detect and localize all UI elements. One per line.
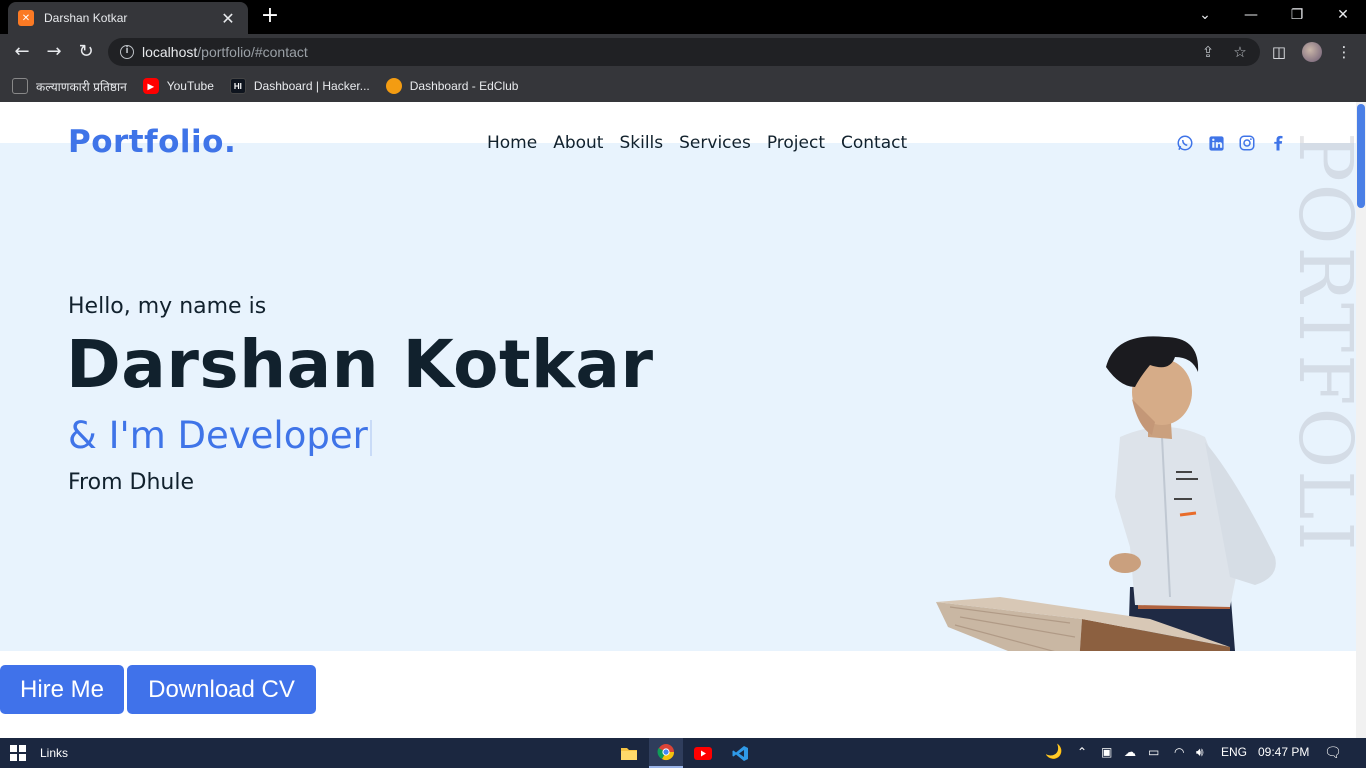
windows-start-icon[interactable] (10, 745, 26, 761)
youtube-app-icon[interactable] (686, 738, 720, 768)
nav-home[interactable]: Home (487, 133, 537, 153)
bookmark-item[interactable]: कल्याणकारी प्रतिष्ठान (12, 78, 127, 95)
hero-person-image (936, 336, 1276, 651)
page-icon (12, 78, 28, 94)
hero-location: From Dhule (68, 470, 194, 495)
night-light-icon[interactable]: 🌙 (1045, 743, 1062, 760)
chevron-up-icon[interactable]: ⌃ (1077, 745, 1087, 759)
volume-icon[interactable]: 🔊︎ (1196, 745, 1204, 760)
reload-button[interactable]: ↻ (74, 40, 98, 64)
bookmark-label: YouTube (166, 79, 214, 93)
bookmark-label: कल्याणकारी प्रतिष्ठान (36, 79, 127, 94)
onedrive-cloud-icon[interactable]: ☁ (1124, 745, 1136, 759)
nav-project[interactable]: Project (767, 133, 825, 153)
linkedin-icon[interactable] (1206, 133, 1226, 153)
hero-role-text: & I'm Developer (68, 414, 368, 457)
page-scrollbar[interactable] (1356, 102, 1366, 738)
forward-button[interactable]: → (42, 40, 66, 64)
tab-search-icon[interactable]: ⌄ (1182, 0, 1228, 30)
nav-services[interactable]: Services (679, 133, 751, 153)
wifi-icon[interactable]: ◠ (1174, 745, 1184, 759)
edclub-icon (385, 78, 402, 94)
vscode-icon[interactable] (723, 738, 757, 768)
instagram-icon[interactable] (1237, 133, 1257, 153)
file-explorer-icon[interactable] (612, 738, 646, 768)
scrollbar-thumb[interactable] (1357, 104, 1365, 208)
chrome-icon[interactable] (649, 738, 683, 768)
download-cv-button[interactable]: Download CV (127, 665, 316, 714)
bookmark-label: Dashboard | Hacker... (253, 79, 370, 93)
site-header: Portfolio. Home About Skills Services Pr… (0, 102, 1356, 182)
clock-time[interactable]: 09:47 PM (1258, 745, 1309, 759)
minimize-button[interactable]: — (1228, 0, 1274, 30)
hero-role: & I'm Developer (68, 414, 372, 457)
bookmark-label: Dashboard - EdClub (409, 79, 519, 93)
hackerrank-icon: HI (229, 78, 246, 94)
notification-icon[interactable]: 🗨︎ (1324, 744, 1342, 761)
bookmark-item[interactable]: ▶ YouTube (142, 78, 214, 94)
tab-title: Darshan Kotkar (44, 11, 128, 25)
social-links (1175, 133, 1299, 153)
battery-icon[interactable]: ▭ (1148, 745, 1159, 759)
profile-avatar[interactable] (1302, 42, 1322, 62)
windows-taskbar: Links 🌙 ⌃ ▣ ☁ ▭ ◠ 🔊︎ ENG 09:47 PM 🗨︎ (0, 738, 1366, 768)
share-icon[interactable]: ⇪ (1198, 42, 1218, 62)
hire-me-button[interactable]: Hire Me (0, 665, 124, 714)
menu-kebab-icon[interactable]: ⋮ (1332, 40, 1356, 64)
bookmark-star-icon[interactable]: ☆ (1230, 42, 1250, 62)
side-panel-icon[interactable]: ◫ (1267, 40, 1291, 64)
site-info-icon[interactable]: i (120, 45, 134, 59)
xampp-favicon-icon: ✕ (18, 10, 34, 26)
restore-button[interactable]: ❐ (1274, 0, 1320, 30)
whatsapp-icon[interactable] (1175, 133, 1195, 153)
browser-tab[interactable]: ✕ Darshan Kotkar ✕ (8, 2, 248, 34)
browser-toolbar: ← → ↻ i localhost/portfolio/#contact ⇪ ☆… (0, 34, 1366, 70)
tab-close-icon[interactable]: ✕ (218, 9, 238, 28)
nav-contact[interactable]: Contact (841, 133, 907, 153)
hero-name: Darshan Kotkar (66, 326, 654, 403)
bookmark-item[interactable]: Dashboard - EdClub (385, 78, 519, 94)
main-nav: Home About Skills Services Project Conta… (487, 133, 923, 153)
back-button[interactable]: ← (10, 40, 34, 64)
meet-now-icon[interactable]: ▣ (1101, 745, 1112, 759)
portfolio-watermark: PORTFOLIO! (1292, 132, 1356, 552)
url-text[interactable]: localhost/portfolio/#contact (142, 44, 308, 60)
bookmark-item[interactable]: HI Dashboard | Hacker... (229, 78, 370, 94)
bookmarks-bar: कल्याणकारी प्रतिष्ठान ▶ YouTube HI Dashb… (0, 70, 1366, 102)
browser-tab-bar: ✕ Darshan Kotkar ✕ + ⌄ — ❐ ✕ (0, 0, 1366, 34)
hero-greeting: Hello, my name is (68, 294, 267, 319)
new-tab-button[interactable]: + (258, 4, 282, 28)
typing-cursor (369, 419, 372, 456)
nav-about[interactable]: About (553, 133, 603, 153)
address-bar[interactable]: i localhost/portfolio/#contact ⇪ ☆ (108, 38, 1260, 66)
youtube-icon: ▶ (142, 78, 159, 94)
facebook-icon[interactable] (1268, 133, 1288, 153)
nav-skills[interactable]: Skills (619, 133, 663, 153)
site-logo[interactable]: Portfolio. (68, 124, 236, 160)
page-viewport: PORTFOLIO! Portfolio. Home About Skills … (0, 102, 1356, 738)
close-window-button[interactable]: ✕ (1320, 0, 1366, 30)
language-indicator[interactable]: ENG (1221, 745, 1247, 759)
links-toolbar-label[interactable]: Links (40, 746, 68, 760)
